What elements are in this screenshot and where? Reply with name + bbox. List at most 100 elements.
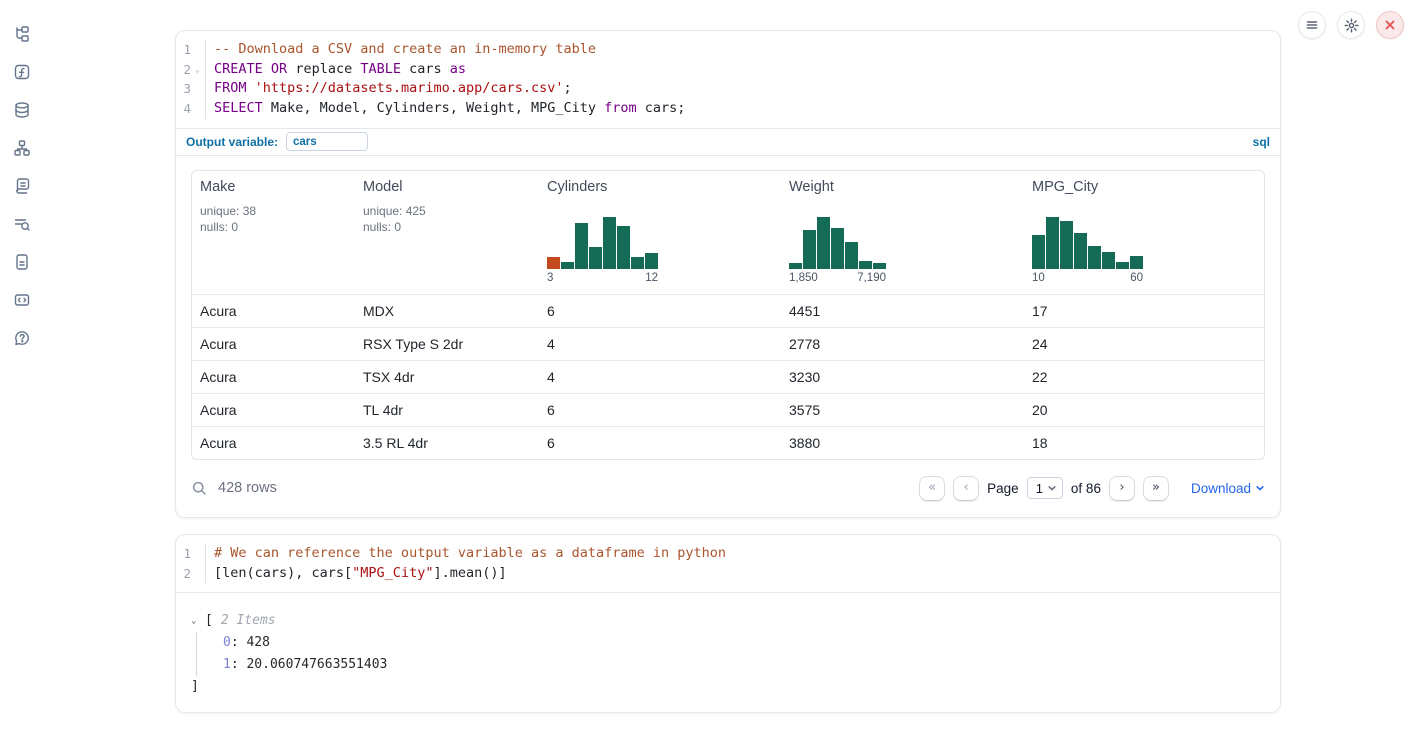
sql-output-variable-row: Output variable: sql [176, 128, 1280, 156]
code-line: 3FROM 'https://datasets.marimo.app/cars.… [176, 79, 1280, 99]
scroll-icon [13, 177, 31, 195]
code-snippet-icon [13, 291, 31, 309]
help-bubble-icon [13, 329, 31, 347]
output-variable-label: Output variable: [186, 135, 278, 149]
table-row[interactable]: AcuraRSX Type S 2dr4277824 [192, 327, 1264, 360]
code-token: OR [271, 61, 287, 77]
line-number: 2 [176, 60, 195, 80]
sidebar-item-help[interactable] [12, 328, 32, 348]
sql-language-badge[interactable]: sql [1253, 135, 1270, 149]
table-row[interactable]: AcuraTL 4dr6357520 [192, 393, 1264, 426]
sidebar-item-dependency-graph[interactable] [12, 138, 32, 158]
column-header[interactable]: Cylinders 3 12 [539, 171, 781, 294]
table-cell: Acura [192, 402, 355, 418]
list-output-tree: ⌄ [ 2 Items 0: 4281: 20.060747663551403 … [191, 610, 1265, 698]
code-token: -- Download a CSV and create an in-memor… [214, 41, 596, 57]
column-name: Weight [789, 179, 1016, 195]
table-cell: TSX 4dr [355, 369, 539, 385]
table-cell: 22 [1024, 369, 1264, 385]
menu-button[interactable] [1298, 11, 1326, 39]
download-label: Download [1191, 481, 1251, 496]
sql-code-editor[interactable]: 1-- Download a CSV and create an in-memo… [176, 31, 1280, 128]
code-token: ].mean()] [433, 565, 506, 581]
column-stat: unique: 425 [363, 203, 531, 220]
table-header: Make unique: 38 nulls: 0Model unique: 425nu… [192, 171, 1264, 294]
table-row[interactable]: AcuraMDX6445117 [192, 294, 1264, 327]
python-code-editor[interactable]: 1 # We can reference the output variable … [176, 535, 1280, 592]
table-cell: 4451 [781, 303, 1024, 319]
table-row[interactable]: AcuraTSX 4dr4323022 [192, 360, 1264, 393]
table-cell: 3575 [781, 402, 1024, 418]
tree-entry: 0: 428 [223, 632, 1265, 654]
helper-panel-sidebar [0, 0, 44, 729]
column-name: Cylinders [547, 179, 773, 195]
previous-page-button[interactable]: ‹ [953, 476, 979, 501]
histogram-bar [561, 262, 574, 269]
line-number: 3 [176, 79, 195, 99]
chevron-down-icon [1047, 483, 1057, 493]
histogram-bar [631, 257, 644, 269]
search-button[interactable] [191, 480, 208, 497]
sidebar-item-scratchpad[interactable] [12, 176, 32, 196]
column-name: Model [363, 179, 531, 195]
column-stat: unique: 38 [200, 203, 347, 220]
table-footer: 428 rows « ‹ Page 1 of 86 › » Download [176, 460, 1280, 517]
download-button[interactable]: Download [1191, 481, 1265, 496]
fold-chevron-icon[interactable]: ⌄ [195, 60, 205, 80]
tree-entry-separator: : [231, 635, 247, 650]
sidebar-item-logs[interactable] [12, 214, 32, 234]
code-text: -- Download a CSV and create an in-memor… [206, 40, 596, 60]
shutdown-button[interactable] [1376, 11, 1404, 39]
settings-button[interactable] [1337, 11, 1365, 39]
histogram-bar [803, 230, 816, 269]
gear-icon [1344, 18, 1359, 33]
column-stat: nulls: 0 [363, 219, 531, 236]
histogram-bar [1130, 256, 1143, 269]
sidebar-item-documentation[interactable] [12, 252, 32, 272]
column-header[interactable]: Model unique: 425nulls: 0 [355, 171, 539, 294]
tree-entry-key: 0 [223, 635, 231, 650]
axis-min-label: 3 [547, 272, 553, 284]
histogram-bar [575, 223, 588, 269]
chevron-down-icon [1255, 483, 1265, 493]
sidebar-item-datasources[interactable] [12, 100, 32, 120]
histogram-bar [859, 261, 872, 269]
table-cell: 4 [539, 369, 781, 385]
code-token: ; [564, 80, 572, 96]
table-cell: 6 [539, 435, 781, 451]
column-header[interactable]: MPG_City1060 [1024, 171, 1264, 294]
column-header[interactable]: Makeunique: 38nulls: 0 [192, 171, 355, 294]
column-header[interactable]: Weight 1,8507,190 [781, 171, 1024, 294]
line-number: 2 [176, 564, 195, 584]
histogram-bar [547, 257, 560, 269]
histogram-bar [645, 253, 658, 269]
column-name: Make [200, 179, 347, 195]
tree-root[interactable]: ⌄ [ 2 Items [191, 610, 1265, 632]
last-page-button[interactable]: » [1143, 476, 1169, 501]
sidebar-item-variables[interactable] [12, 62, 32, 82]
axis-max-label: 12 [645, 272, 658, 284]
table-row[interactable]: Acura3.5 RL 4dr6388018 [192, 426, 1264, 459]
line-number: 1 [176, 544, 195, 564]
line-number-gutter: 2 [176, 564, 206, 584]
column-histogram: 3 12 [547, 217, 658, 284]
column-histogram: 1,8507,190 [789, 217, 886, 284]
table-cell: RSX Type S 2dr [355, 336, 539, 352]
histogram-bar [617, 226, 630, 269]
search-list-icon [13, 215, 31, 233]
code-line: 4SELECT Make, Model, Cylinders, Weight, … [176, 99, 1280, 119]
collapse-chevron-icon[interactable]: ⌄ [191, 610, 203, 632]
line-number-gutter: 4 [176, 99, 206, 119]
page-select[interactable]: 1 [1027, 477, 1063, 499]
sidebar-item-snippets[interactable] [12, 290, 32, 310]
sidebar-item-file-explorer[interactable] [12, 24, 32, 44]
histogram-bar [589, 247, 602, 269]
function-icon [13, 63, 31, 81]
first-page-button[interactable]: « [919, 476, 945, 501]
code-text: # We can reference the output variable a… [206, 544, 726, 564]
code-token: cars; [637, 100, 686, 116]
histogram-bars [789, 217, 886, 269]
output-variable-input[interactable] [286, 132, 368, 151]
next-page-button[interactable]: › [1109, 476, 1135, 501]
tree-close-bracket: ] [191, 676, 1265, 698]
